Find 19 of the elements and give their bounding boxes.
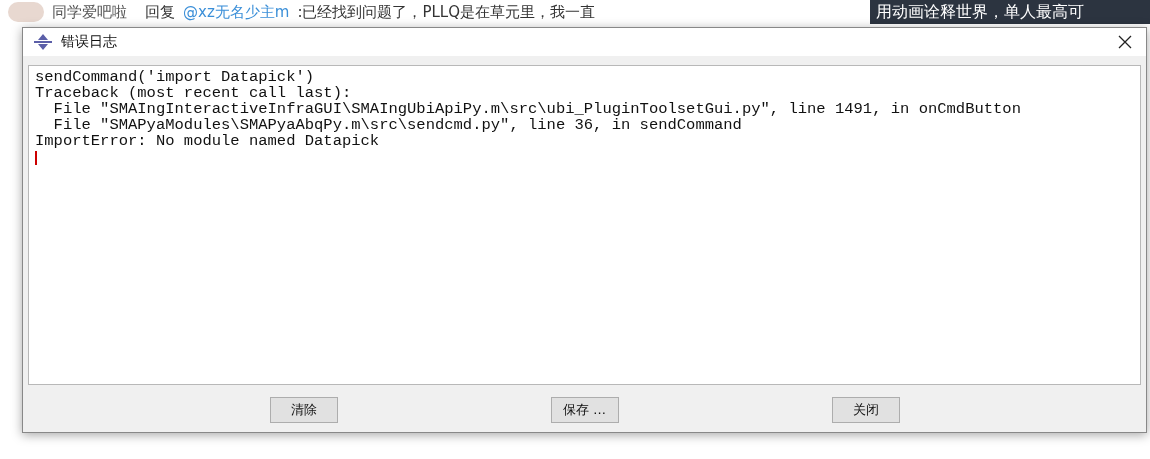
log-line: Traceback (most recent call last): [35, 85, 352, 101]
log-area[interactable] [28, 65, 1141, 385]
video-banner[interactable]: 用动画诠释世界，单人最高可 [870, 0, 1150, 24]
dialog-button[interactable]: 保存 ... [550, 397, 619, 423]
app-icon [33, 33, 53, 51]
avatar [8, 2, 44, 22]
window-title: 错误日志 [61, 33, 117, 51]
mention-link[interactable]: @xz无名少主m [183, 2, 290, 22]
close-icon[interactable] [1118, 35, 1132, 49]
log-line: File "SMAIngInteractiveInfraGUI\SMAIngUbiApiPy.m\src\ubi_PluginToolsetGui.py", line 1491, in onCmdButton [52, 101, 1021, 117]
reply-label: 回复 [145, 2, 175, 22]
log-line: sendCommand('import Datapick') [35, 69, 315, 85]
comment-text: :已经找到问题了，PLLQ是在草元里，我一直 [297, 2, 595, 22]
dialog-button[interactable]: 清除 [269, 397, 338, 423]
dialog-button[interactable]: 关闭 [831, 397, 900, 423]
log-line: ImportError: No module named Datapick [35, 133, 380, 149]
log-line: File "SMAPyaModules\SMAPyaAbqPy.m\src\sendcmd.py", line 36, in sendCommand [52, 117, 742, 133]
comment-author[interactable]: 同学爱吧啦 [52, 2, 127, 22]
text-cursor [35, 151, 37, 165]
